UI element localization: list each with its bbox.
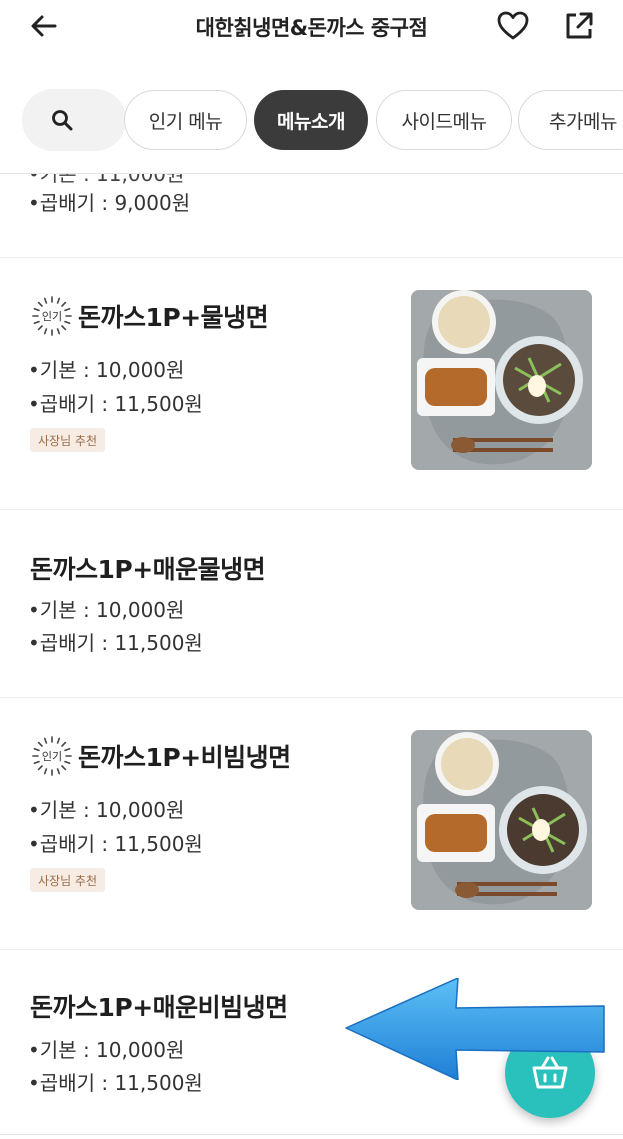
tab-extra-menu[interactable]: 추가메뉴 <box>518 90 623 150</box>
tab-menu-intro[interactable]: 메뉴소개 <box>254 90 368 150</box>
food-photo-illustration <box>411 730 592 910</box>
share-external-icon <box>566 12 593 39</box>
prev-item-base-price: •기본 : 11,000원 <box>28 174 185 186</box>
arrow-pointer-icon <box>345 978 605 1080</box>
menu-item-photo <box>411 290 592 470</box>
svg-text:인기: 인기 <box>42 310 62 323</box>
menu-item-double-price: •곱배기 : 11,500원 <box>28 1071 203 1095</box>
bottom-divider <box>0 1134 623 1135</box>
tab-side-menu[interactable]: 사이드메뉴 <box>376 90 512 150</box>
menu-item-base-price: •기본 : 10,000원 <box>28 598 185 622</box>
menu-item-base-price: •기본 : 10,000원 <box>28 1038 185 1062</box>
menu-item-name: 돈까스1P+물냉면 <box>78 303 269 332</box>
menu-item-double-price: •곱배기 : 11,500원 <box>28 832 203 856</box>
favorite-button[interactable] <box>495 8 531 44</box>
menu-search-button[interactable] <box>22 89 126 151</box>
menu-item-double-price: •곱배기 : 11,500원 <box>28 631 203 655</box>
menu-item-base-price: •기본 : 10,000원 <box>28 798 185 822</box>
app-screen: 대한칡냉면&돈까스 중구점 인기 메뉴 메뉴소개 사이드메뉴 추가메뉴 •기본 … <box>0 0 623 1139</box>
owner-recommend-badge: 사장님 추천 <box>30 428 106 452</box>
menu-item-donkatsu-spicy-mul[interactable]: 돈까스1P+매운물냉면 •기본 : 10,000원 •곱배기 : 11,500원 <box>0 510 623 698</box>
menu-item-photo <box>411 730 592 910</box>
menu-item-base-price: •기본 : 10,000원 <box>28 358 185 382</box>
category-tabs: 인기 메뉴 메뉴소개 사이드메뉴 추가메뉴 <box>0 85 623 155</box>
heart-outline-icon <box>497 11 529 40</box>
top-bar: 대한칡냉면&돈까스 중구점 <box>0 0 623 56</box>
popular-badge-icon: 인기 <box>32 736 72 776</box>
search-icon <box>52 110 73 131</box>
popular-badge-icon: 인기 <box>32 296 72 336</box>
menu-item-donkatsu-mul[interactable]: 인기 돈까스1P+물냉면 •기본 : 10,000원 •곱배기 : 11,500… <box>0 258 623 510</box>
prev-item-double-price: •곱배기 : 9,000원 <box>28 191 191 215</box>
share-button[interactable] <box>561 8 597 44</box>
menu-item-name: 돈까스1P+매운물냉면 <box>30 555 266 584</box>
menu-item-double-price: •곱배기 : 11,500원 <box>28 392 203 416</box>
menu-item-donkatsu-bibim[interactable]: 인기 돈까스1P+비빔냉면 •기본 : 10,000원 •곱배기 : 11,50… <box>0 698 623 950</box>
food-photo-illustration <box>411 290 592 470</box>
owner-recommend-badge: 사장님 추천 <box>30 868 106 892</box>
menu-item-name: 돈까스1P+비빔냉면 <box>78 743 291 772</box>
tab-popular-menu[interactable]: 인기 메뉴 <box>124 90 247 150</box>
menu-item-name: 돈까스1P+매운비빔냉면 <box>30 993 288 1022</box>
svg-text:인기: 인기 <box>42 750 62 763</box>
